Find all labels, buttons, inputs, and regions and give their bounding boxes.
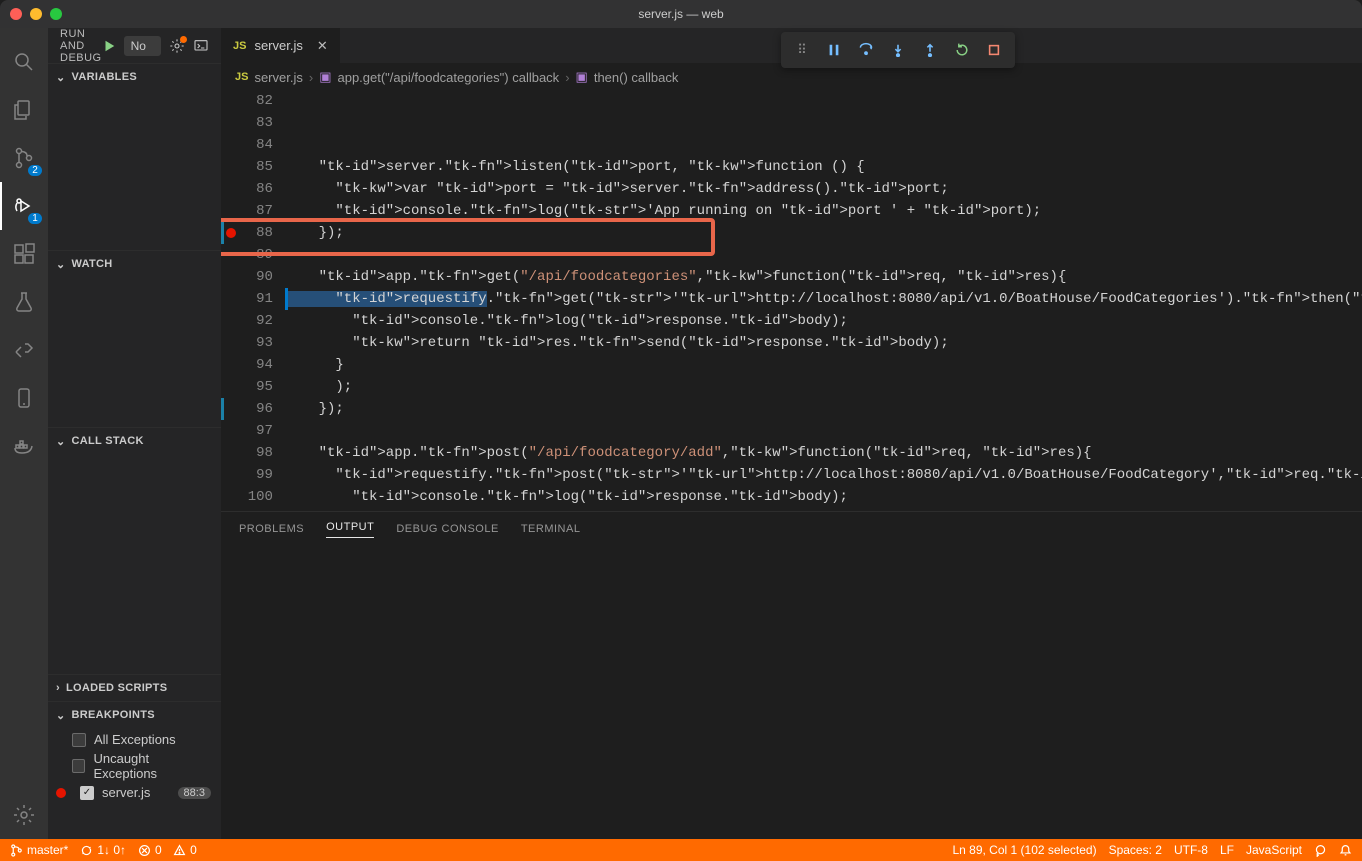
language-status[interactable]: JavaScript [1246, 843, 1302, 857]
restart-button[interactable] [947, 36, 977, 64]
code-editor[interactable]: 828384858687888990919293949596979899100 … [221, 90, 1362, 511]
variables-section: ⌄VARIABLES [48, 63, 221, 250]
chevron-down-icon: ⌄ [56, 258, 66, 271]
breakpoint-location: 88:3 [178, 787, 211, 799]
debug-toolbar[interactable]: ⠿ [781, 32, 1015, 68]
js-file-icon: JS [233, 40, 246, 52]
configure-gear-icon[interactable] [169, 38, 185, 54]
launch-config-select[interactable]: No [124, 36, 161, 56]
activity-bar: 2 1 [0, 28, 48, 839]
chevron-right-icon: › [56, 682, 60, 694]
indentation-status[interactable]: Spaces: 2 [1109, 843, 1162, 857]
debug-badge: 1 [28, 213, 42, 224]
step-into-button[interactable] [883, 36, 913, 64]
editor-area: ⠿ JS server.js ✕ ⋯ JS server.js › [221, 28, 1362, 839]
window-controls [10, 8, 62, 20]
method-icon: ▣ [576, 69, 588, 85]
extensions-activity-icon[interactable] [0, 230, 48, 278]
loaded-scripts-section: ›LOADED SCRIPTS [48, 674, 221, 701]
method-icon: ▣ [319, 69, 331, 85]
callstack-section: ⌄CALL STACK [48, 427, 221, 674]
encoding-status[interactable]: UTF-8 [1174, 843, 1208, 857]
tab-terminal[interactable]: TERMINAL [521, 523, 581, 535]
errors-status[interactable]: 0 0 [138, 843, 197, 857]
eol-status[interactable]: LF [1220, 843, 1234, 857]
sidebar-header: RUN AND DEBUG No [48, 28, 221, 63]
watch-section: ⌄WATCH [48, 250, 221, 427]
chevron-down-icon: ⌄ [56, 709, 66, 722]
js-file-icon: JS [235, 71, 248, 83]
device-activity-icon[interactable] [0, 374, 48, 422]
checkbox-icon[interactable] [72, 733, 86, 747]
status-bar: master* 1↓ 0↑ 0 0 Ln 89, Col 1 (102 sele… [0, 839, 1362, 861]
tab-debug-console[interactable]: DEBUG CONSOLE [396, 523, 498, 535]
search-activity-icon[interactable] [0, 38, 48, 86]
watch-header[interactable]: ⌄WATCH [48, 251, 221, 277]
breakpoint-uncaught-exceptions[interactable]: Uncaught Exceptions [48, 749, 221, 783]
pause-button[interactable] [819, 36, 849, 64]
close-tab-icon[interactable]: ✕ [317, 38, 328, 54]
drag-grip-icon[interactable]: ⠿ [787, 36, 817, 64]
breakpoint-dot-icon [56, 788, 66, 798]
window-title: server.js — web [638, 7, 723, 21]
start-debug-button[interactable] [102, 39, 116, 53]
minimize-window-button[interactable] [30, 8, 42, 20]
variables-header[interactable]: ⌄VARIABLES [48, 64, 221, 90]
stop-button[interactable] [979, 36, 1009, 64]
breakpoint-file[interactable]: ✓ server.js 88:3 [48, 783, 221, 802]
tab-output[interactable]: OUTPUT [326, 521, 374, 538]
explorer-activity-icon[interactable] [0, 86, 48, 134]
testing-activity-icon[interactable] [0, 278, 48, 326]
chevron-down-icon: ⌄ [56, 71, 66, 84]
breakpoints-section: ⌄BREAKPOINTS All Exceptions Uncaught Exc… [48, 701, 221, 804]
debug-activity-icon[interactable]: 1 [0, 182, 48, 230]
settings-activity-icon[interactable] [0, 791, 48, 839]
remote-activity-icon[interactable] [0, 326, 48, 374]
cursor-position[interactable]: Ln 89, Col 1 (102 selected) [952, 843, 1096, 857]
scm-activity-icon[interactable]: 2 [0, 134, 48, 182]
sidebar: RUN AND DEBUG No ⌄VARIABLES ⌄WATCH ⌄CALL… [48, 28, 221, 839]
sidebar-title: RUN AND DEBUG [60, 28, 102, 64]
panel-tabs: PROBLEMS OUTPUT DEBUG CONSOLE TERMINAL T… [221, 512, 1362, 546]
chevron-right-icon: › [565, 70, 569, 85]
tab-server-js[interactable]: JS server.js ✕ [221, 28, 341, 63]
bottom-panel: PROBLEMS OUTPUT DEBUG CONSOLE TERMINAL T… [221, 511, 1362, 839]
callstack-header[interactable]: ⌄CALL STACK [48, 428, 221, 454]
sync-status[interactable]: 1↓ 0↑ [80, 843, 126, 857]
close-window-button[interactable] [10, 8, 22, 20]
loaded-scripts-header[interactable]: ›LOADED SCRIPTS [48, 675, 221, 701]
chevron-down-icon: ⌄ [56, 435, 66, 448]
breakpoint-all-exceptions[interactable]: All Exceptions [48, 730, 221, 749]
titlebar: server.js — web [0, 0, 1362, 28]
checkbox-icon[interactable] [72, 759, 85, 773]
step-out-button[interactable] [915, 36, 945, 64]
debug-console-icon[interactable] [193, 38, 209, 54]
breakpoints-header[interactable]: ⌄BREAKPOINTS [48, 702, 221, 728]
feedback-icon[interactable] [1314, 844, 1327, 857]
chevron-right-icon: › [309, 70, 313, 85]
step-over-button[interactable] [851, 36, 881, 64]
panel-body [221, 546, 1362, 839]
docker-activity-icon[interactable] [0, 422, 48, 470]
scm-badge: 2 [28, 165, 42, 176]
tab-problems[interactable]: PROBLEMS [239, 523, 304, 535]
branch-status[interactable]: master* [10, 843, 68, 857]
checkbox-checked-icon[interactable]: ✓ [80, 786, 94, 800]
notifications-icon[interactable] [1339, 844, 1352, 857]
maximize-window-button[interactable] [50, 8, 62, 20]
